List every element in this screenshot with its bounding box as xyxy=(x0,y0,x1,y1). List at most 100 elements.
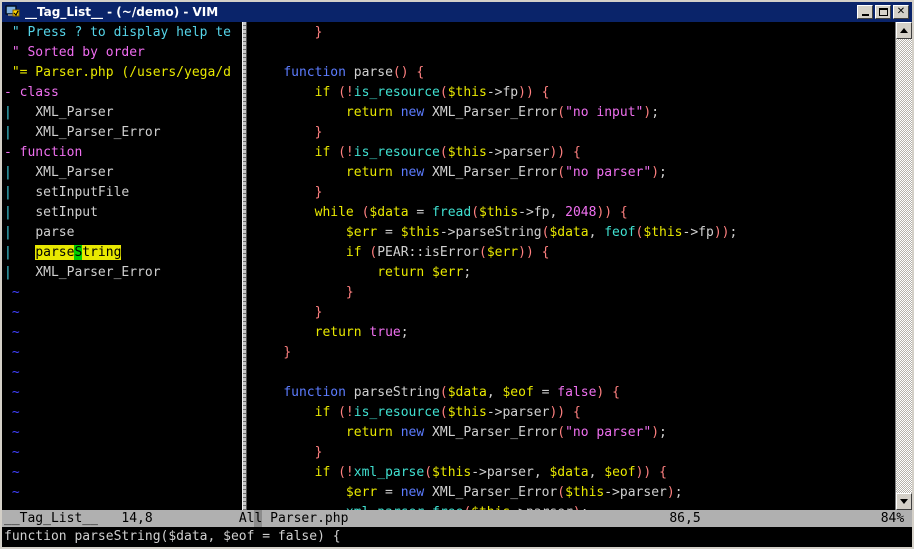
taglist-item[interactable]: | XML_Parser xyxy=(4,163,239,183)
vertical-split-separator[interactable] xyxy=(239,22,250,510)
code-token: } xyxy=(315,445,323,460)
maximize-button[interactable] xyxy=(875,5,891,19)
scrollbar-track[interactable] xyxy=(896,39,912,493)
taglist-header-text: "= Parser.php (/users/yega/d xyxy=(4,65,231,80)
fold-bar-icon: | xyxy=(4,205,12,220)
code-token: ->parser xyxy=(487,405,550,420)
code-token: "no input" xyxy=(565,105,643,120)
status-cursor-block: l xyxy=(254,510,262,527)
code-token: function xyxy=(283,65,346,80)
minimize-button[interactable] xyxy=(857,5,873,19)
code-token: , xyxy=(534,465,550,480)
taglist-empty-line: ~ xyxy=(4,463,239,483)
status-line: __Tag_List__ 14,8 All Parser.php 86,5 84… xyxy=(2,510,912,527)
split-drag-handle[interactable] xyxy=(242,22,247,510)
code-token: new xyxy=(401,425,424,440)
taglist-header-text: " Press ? to display help te xyxy=(4,25,231,40)
code-token: if xyxy=(346,245,362,260)
code-token: ->parser xyxy=(510,505,573,510)
code-line: function parse() { xyxy=(252,63,895,83)
code-token xyxy=(252,485,346,500)
code-line: return new XML_Parser_Error("no parser")… xyxy=(252,423,895,443)
taglist-content[interactable]: " Press ? to display help te " Sorted by… xyxy=(2,22,239,510)
taglist-header-line: " Sorted by order xyxy=(4,43,239,63)
tilde-icon: ~ xyxy=(4,325,20,340)
code-token: ->parser xyxy=(604,485,667,500)
code-token xyxy=(534,245,542,260)
taglist-item[interactable]: | XML_Parser_Error xyxy=(4,263,239,283)
fold-marker-icon[interactable]: - xyxy=(4,85,12,100)
code-token: = xyxy=(534,385,557,400)
fold-bar-icon: | xyxy=(4,225,12,240)
scroll-up-arrow-icon[interactable] xyxy=(896,22,912,39)
taglist-group-function[interactable]: - function xyxy=(4,143,239,163)
code-token: if xyxy=(315,465,331,480)
tilde-icon: ~ xyxy=(4,385,20,400)
taglist-pane[interactable]: " Press ? to display help te " Sorted by… xyxy=(2,22,239,510)
status-file-percent: 84% xyxy=(881,510,904,527)
taglist-item[interactable]: | parseString xyxy=(4,243,239,263)
status-file-buffer: Parser.php xyxy=(270,510,348,527)
scroll-down-arrow-icon[interactable] xyxy=(896,493,912,510)
title-bar[interactable]: __Tag_List__ - (~/demo) - VIM ✕ xyxy=(2,2,912,22)
code-token: )) xyxy=(518,245,534,260)
vertical-scrollbar[interactable] xyxy=(895,22,912,510)
code-line: } xyxy=(252,23,895,43)
code-pane[interactable]: } function parse() { if (!is_resource($t… xyxy=(250,22,895,510)
code-token: new xyxy=(401,105,424,120)
taglist-group-class[interactable]: - class xyxy=(4,83,239,103)
taglist-indent xyxy=(12,265,35,280)
taglist-item-selected[interactable]: parseString xyxy=(35,245,121,260)
tilde-icon: ~ xyxy=(4,485,20,500)
code-line: return $err; xyxy=(252,263,895,283)
taglist-indent xyxy=(12,165,35,180)
taglist-empty-line: ~ xyxy=(4,483,239,503)
code-token xyxy=(252,505,346,510)
code-token: ; xyxy=(651,105,659,120)
taglist-item[interactable]: | setInputFile xyxy=(4,183,239,203)
taglist-indent xyxy=(12,125,35,140)
taglist-empty-line: ~ xyxy=(4,323,239,343)
code-token xyxy=(393,165,401,180)
code-token: (! xyxy=(330,405,353,420)
status-taglist-position: 14,8 xyxy=(121,510,152,527)
code-content[interactable]: } function parse() { if (!is_resource($t… xyxy=(250,22,895,510)
taglist-header-text: " Sorted by order xyxy=(4,45,145,60)
status-gap-5 xyxy=(904,510,912,527)
code-token: = xyxy=(377,485,400,500)
code-token xyxy=(604,385,612,400)
command-line[interactable]: function parseString($data, $eof = false… xyxy=(2,527,912,547)
taglist-item[interactable]: | parse xyxy=(4,223,239,243)
taglist-empty-line: ~ xyxy=(4,303,239,323)
code-token: $err xyxy=(346,225,377,240)
status-gap-1 xyxy=(98,510,121,527)
fold-marker-icon[interactable]: - xyxy=(4,145,12,160)
taglist-item[interactable]: | XML_Parser_Error xyxy=(4,123,239,143)
vim-client-area: " Press ? to display help te " Sorted by… xyxy=(2,22,912,547)
code-token: )) xyxy=(596,205,612,220)
close-button[interactable]: ✕ xyxy=(893,5,909,19)
code-token xyxy=(252,25,315,40)
vim-window: __Tag_List__ - (~/demo) - VIM ✕ " Press … xyxy=(0,0,914,549)
code-token: $this xyxy=(471,505,510,510)
taglist-item[interactable]: | setInput xyxy=(4,203,239,223)
taglist-item[interactable]: | XML_Parser xyxy=(4,103,239,123)
code-token: if xyxy=(315,405,331,420)
code-token xyxy=(252,325,315,340)
tilde-icon: ~ xyxy=(4,405,20,420)
code-token: ; xyxy=(729,225,737,240)
code-token: -> xyxy=(440,225,456,240)
code-token: $this xyxy=(643,225,682,240)
code-token xyxy=(393,425,401,440)
code-line: $err = new XML_Parser_Error($this->parse… xyxy=(252,483,895,503)
taglist-item-label: XML_Parser_Error xyxy=(35,265,160,280)
code-token: { xyxy=(542,85,550,100)
code-line: if (!xml_parse($this->parser, $data, $eo… xyxy=(252,463,895,483)
code-line: } xyxy=(252,343,895,363)
status-gap-4 xyxy=(701,510,881,527)
code-token xyxy=(252,125,315,140)
tilde-icon: ~ xyxy=(4,365,20,380)
code-line: } xyxy=(252,123,895,143)
code-token xyxy=(252,165,346,180)
code-token: XML_Parser_Error xyxy=(424,105,557,120)
